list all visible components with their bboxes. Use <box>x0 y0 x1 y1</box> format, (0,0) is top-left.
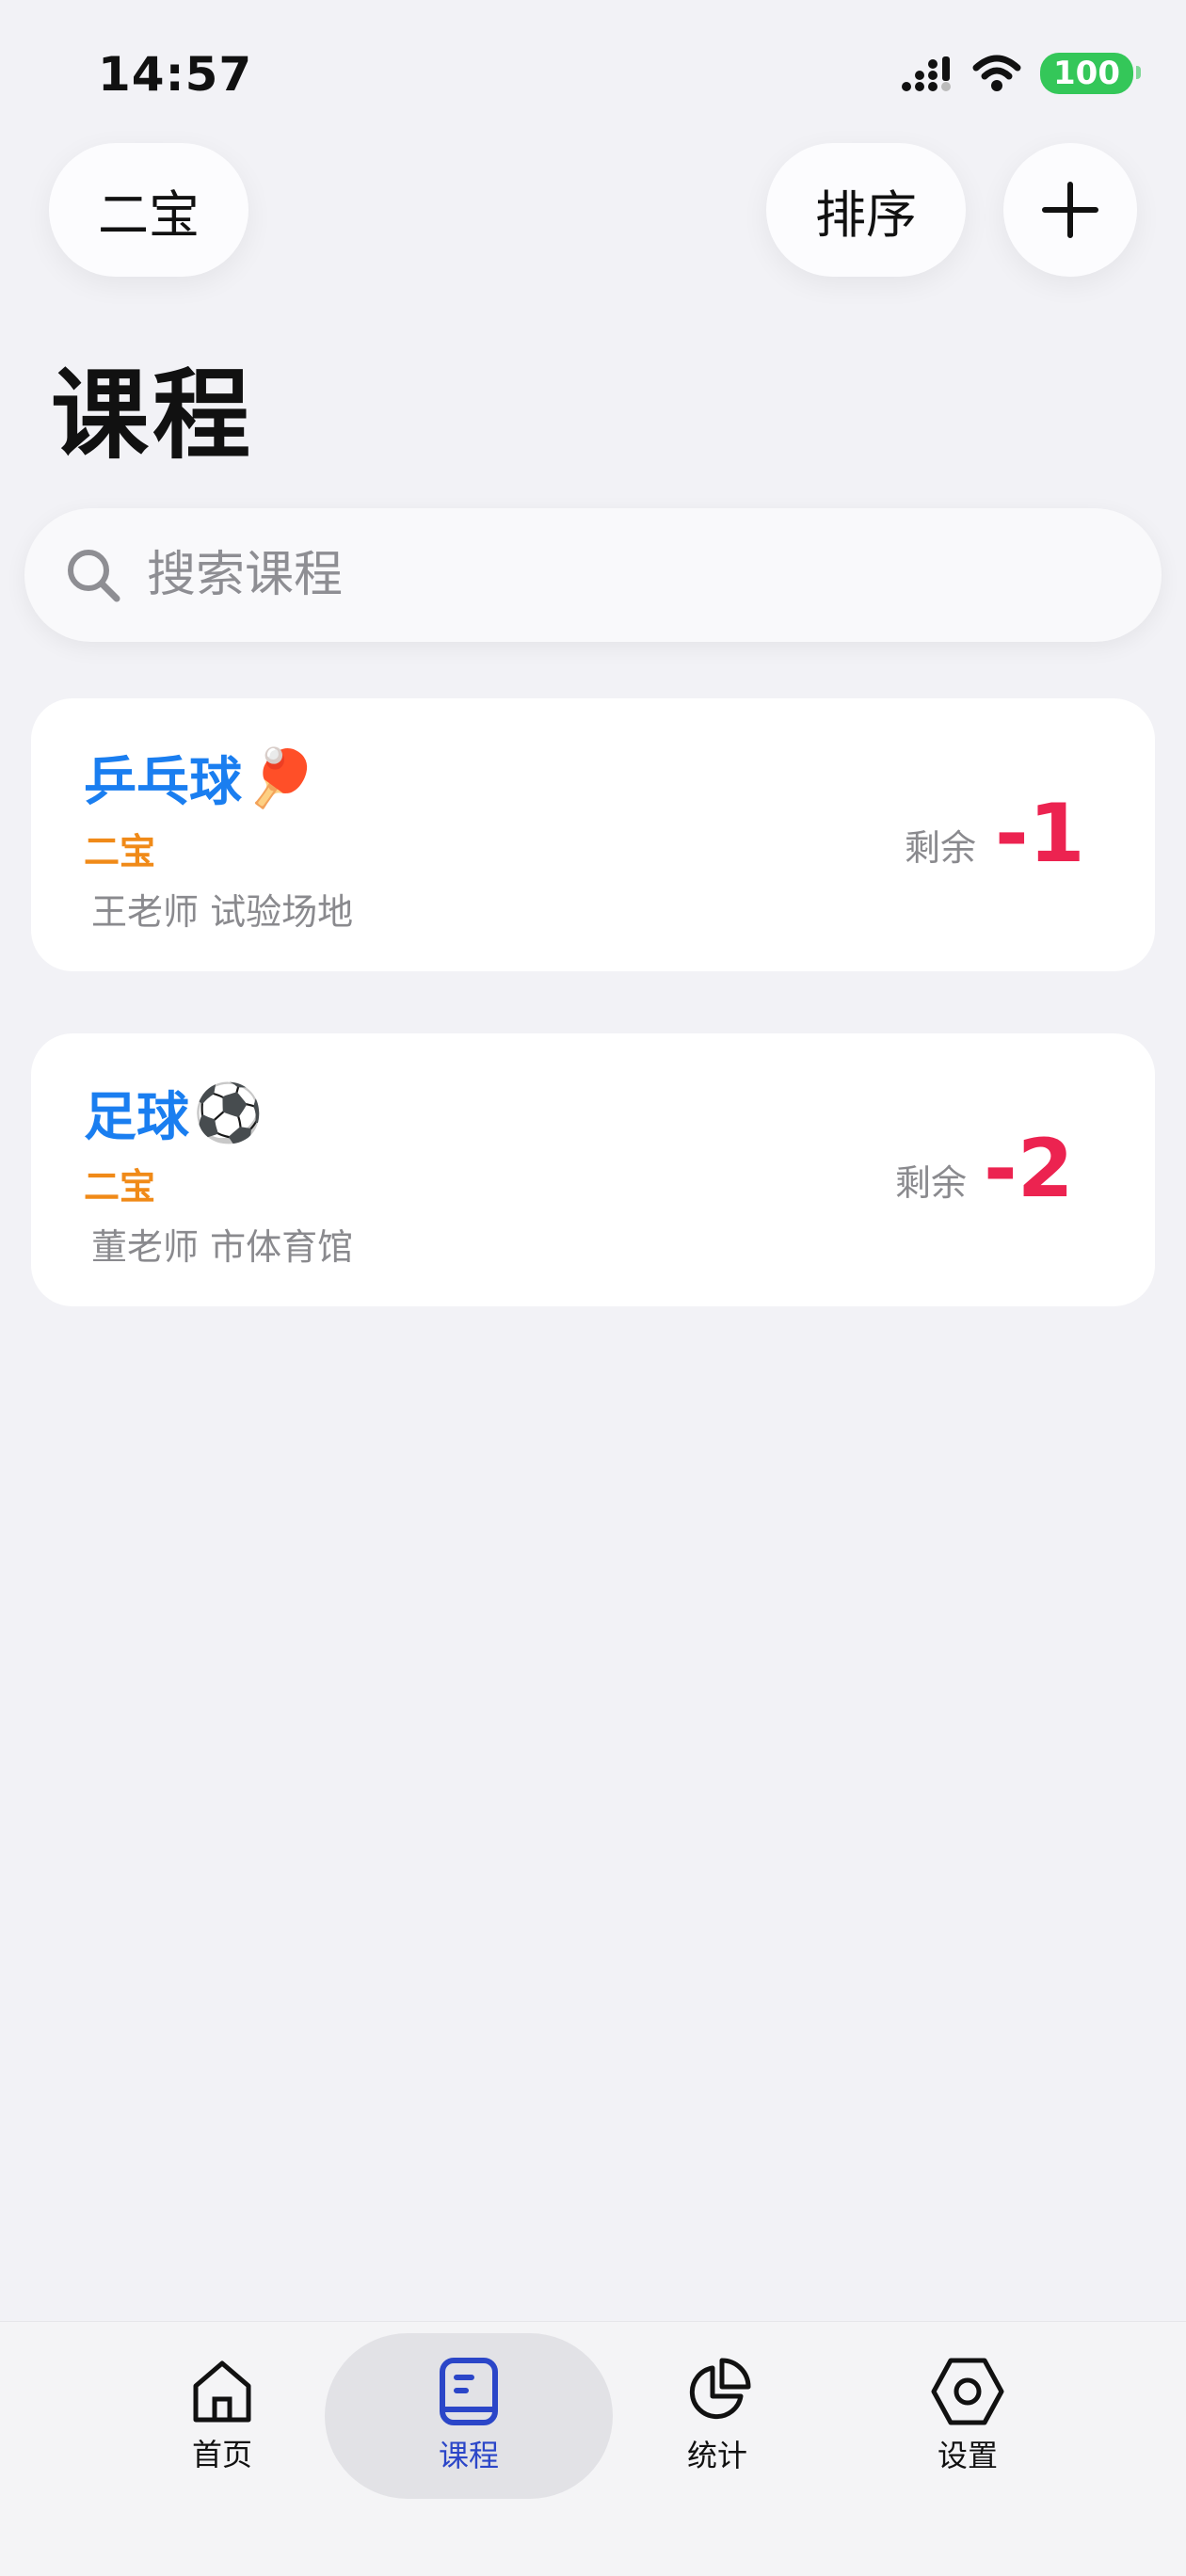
remaining-count: -2 <box>984 1122 1074 1216</box>
status-time: 14:57 <box>98 47 253 102</box>
tab-home[interactable]: 首页 <box>119 2333 326 2499</box>
tab-stats-label: 统计 <box>686 2438 747 2473</box>
search-icon <box>68 550 120 602</box>
tab-home-label: 首页 <box>191 2437 252 2472</box>
course-title: 乒乓球 🏓 <box>84 740 316 816</box>
plus-icon <box>1042 182 1098 238</box>
course-title: 足球 ⚽ <box>84 1075 264 1151</box>
tab-settings-label: 设置 <box>937 2438 998 2473</box>
course-owner: 二宝 <box>84 831 156 872</box>
page-title: 课程 <box>51 358 255 472</box>
tab-stats[interactable]: 统计 <box>614 2333 821 2499</box>
battery-indicator: 100 <box>1040 53 1141 94</box>
tab-courses-label: 课程 <box>438 2438 499 2473</box>
tab-bar: 首页 课程 统计 设置 <box>0 2321 1186 2576</box>
soccer-ball-icon: ⚽ <box>193 1080 264 1146</box>
tab-courses[interactable]: 课程 <box>325 2333 613 2499</box>
book-icon <box>440 2358 498 2425</box>
cellular-signal-icon <box>902 56 952 91</box>
settings-hexagon-icon <box>931 2358 1004 2425</box>
home-icon <box>193 2360 251 2423</box>
wifi-icon <box>972 55 1021 91</box>
course-card[interactable]: 足球 ⚽ 二宝 董老师 市体育馆 剩余 -2 <box>31 1033 1155 1306</box>
user-switch-button[interactable]: 二宝 <box>49 143 248 277</box>
remaining-count: -1 <box>995 787 1085 881</box>
course-name: 乒乓球 <box>84 752 242 813</box>
tab-settings[interactable]: 设置 <box>864 2333 1071 2499</box>
course-meta: 董老师 市体育馆 <box>91 1226 354 1268</box>
remaining-label: 剩余 <box>895 1162 968 1204</box>
status-icons: 100 <box>901 53 1141 94</box>
pie-chart-icon <box>689 2358 751 2420</box>
remaining-label: 剩余 <box>905 827 977 869</box>
course-name: 足球 <box>84 1087 189 1148</box>
course-meta: 王老师 试验场地 <box>91 891 354 933</box>
course-card[interactable]: 乒乓球 🏓 二宝 王老师 试验场地 剩余 -1 <box>31 698 1155 971</box>
search-bar[interactable] <box>24 508 1162 642</box>
course-owner: 二宝 <box>84 1166 156 1208</box>
add-course-button[interactable] <box>1003 143 1137 277</box>
sort-button[interactable]: 排序 <box>766 143 966 277</box>
ping-pong-icon: 🏓 <box>246 745 316 811</box>
search-input[interactable] <box>145 546 996 604</box>
